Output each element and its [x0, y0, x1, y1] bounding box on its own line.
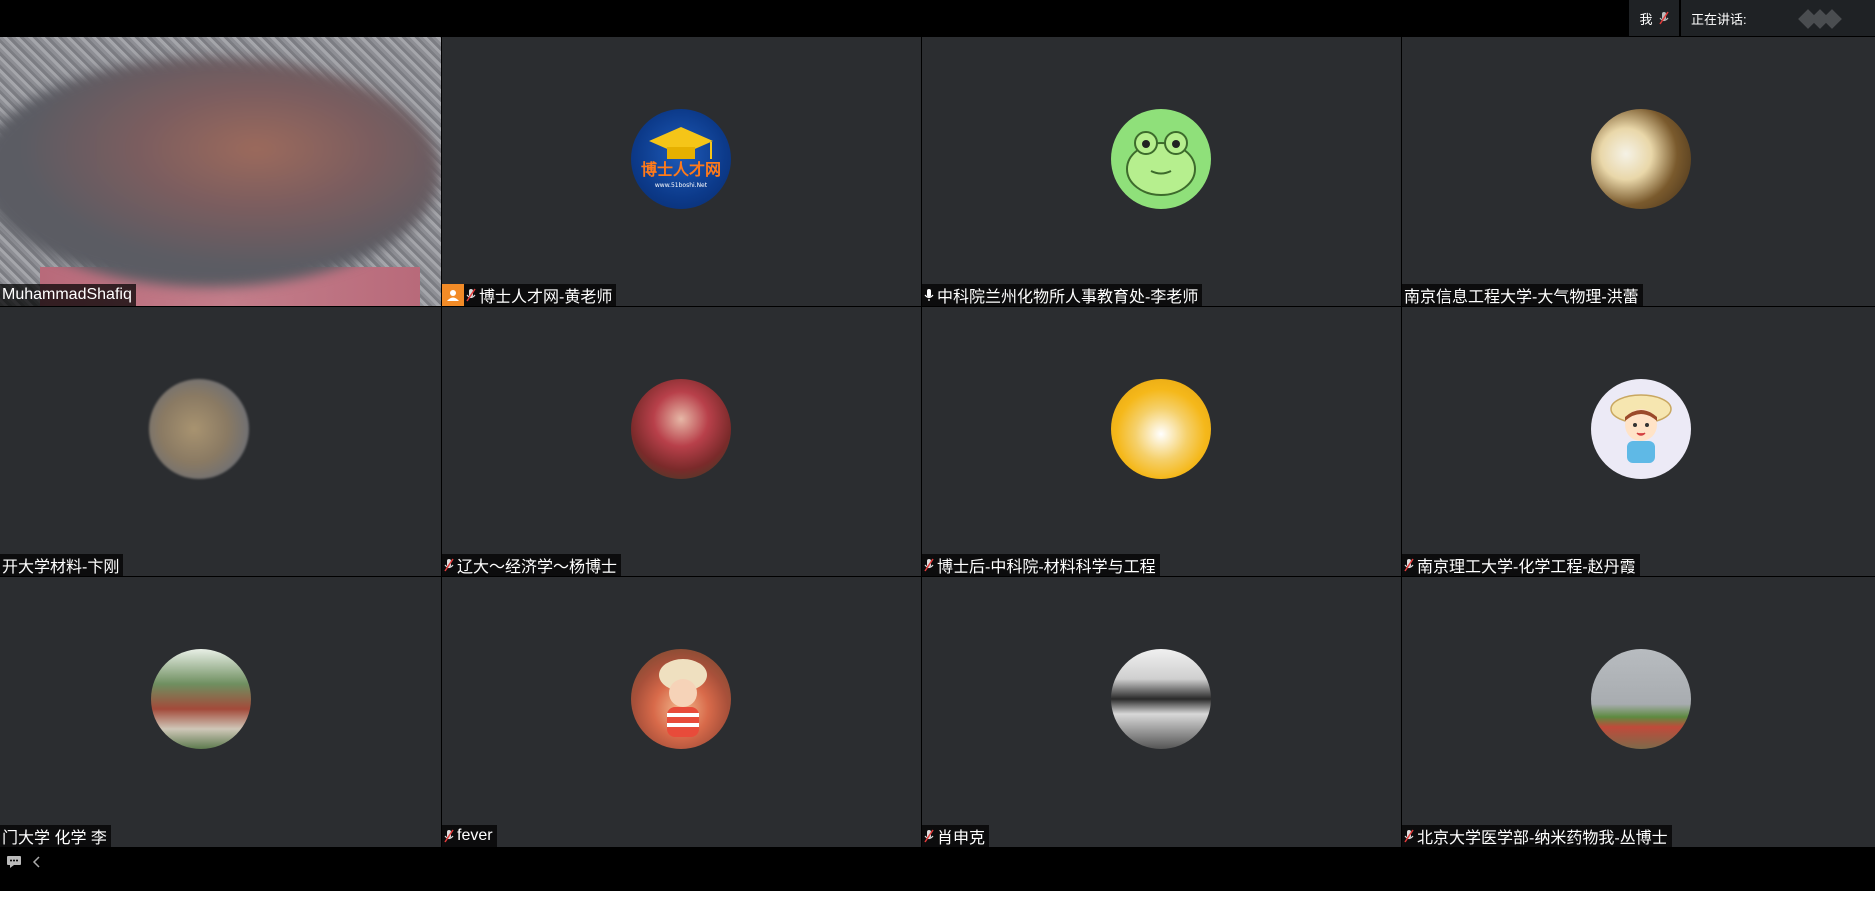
top-bar: 我 正在讲话:	[0, 0, 1875, 36]
avatar	[1591, 379, 1691, 479]
mic-icon	[924, 289, 934, 301]
participant-tile[interactable]: 门大学 化学 李	[0, 577, 441, 847]
participant-name: 肖申克	[937, 830, 986, 847]
participant-name-label: 肖申克	[922, 825, 990, 847]
participant-tile[interactable]: MuhammadShafiq	[0, 37, 441, 306]
participant-name-label: 辽大～经济学～杨博士	[442, 554, 622, 576]
participant-name-label: 开大学材料-卞刚	[0, 554, 124, 576]
participant-name-label: 博士人才网-黄老师	[442, 284, 617, 306]
participant-tile[interactable]: 中科院兰州化物所人事教育处-李老师	[922, 37, 1401, 306]
speaker-indicator: 我 正在讲话:	[1629, 0, 1875, 36]
participant-tile[interactable]: 辽大～经济学～杨博士	[442, 307, 921, 576]
participant-name: MuhammadShafiq	[2, 286, 132, 303]
participant-name: 辽大～经济学～杨博士	[457, 559, 618, 576]
muted-mic-icon	[444, 829, 454, 843]
participant-name: 博士人才网-黄老师	[479, 289, 613, 306]
bottom-controls	[6, 855, 42, 874]
avatar-logo-text: 博士人才网	[641, 160, 721, 179]
avatar-logo-subtext: www.51boshi.Net	[655, 182, 708, 189]
participant-tile[interactable]: 博士后-中科院-材料科学与工程	[922, 307, 1401, 576]
participant-name: 门大学 化学 李	[2, 830, 107, 847]
bottom-control-bar	[0, 847, 1875, 891]
avatar	[1111, 649, 1211, 749]
frog-icon	[1126, 131, 1196, 196]
participant-tile[interactable]: 肖申克	[922, 577, 1401, 847]
me-indicator[interactable]: 我	[1629, 0, 1681, 36]
participant-name: 开大学材料-卞刚	[2, 559, 120, 576]
blurred-face	[0, 57, 440, 287]
participant-tile[interactable]: 北京大学医学部-纳米药物我-丛博士	[1402, 577, 1875, 847]
participant-tile[interactable]: 南京信息工程大学-大气物理-洪蕾	[1402, 37, 1875, 306]
bottom-white-strip	[0, 891, 1875, 900]
participant-name: 北京大学医学部-纳米药物我-丛博士	[1417, 830, 1668, 847]
speaking-avatars	[1798, 9, 1855, 29]
participant-name: 中科院兰州化物所人事教育处-李老师	[937, 289, 1199, 306]
avatar	[1111, 379, 1211, 479]
avatar	[151, 649, 251, 749]
avatar	[1591, 109, 1691, 209]
participant-tile[interactable]: 南京理工大学-化学工程-赵丹霞	[1402, 307, 1875, 576]
muted-mic-icon	[924, 829, 934, 843]
participant-name-label: 中科院兰州化物所人事教育处-李老师	[922, 284, 1203, 306]
participant-name-label: fever	[442, 825, 497, 847]
participant-name-label: 门大学 化学 李	[0, 825, 111, 847]
muted-mic-icon	[924, 558, 934, 572]
participant-name: 南京信息工程大学-大气物理-洪蕾	[1404, 289, 1639, 306]
avatar	[149, 379, 249, 479]
doll-icon	[659, 659, 707, 737]
chat-icon[interactable]	[6, 855, 22, 874]
speaking-label: 正在讲话:	[1691, 11, 1747, 27]
avatar	[1591, 649, 1691, 749]
participant-tile[interactable]: 开大学材料-卞刚	[0, 307, 441, 576]
participant-name-label: 博士后-中科院-材料科学与工程	[922, 554, 1160, 576]
muted-mic-icon	[466, 288, 476, 302]
participant-tile[interactable]: 博士人才网 www.51boshi.Net 博士人才网-黄老师	[442, 37, 921, 306]
participant-name-label: 南京理工大学-化学工程-赵丹霞	[1402, 554, 1640, 576]
muted-mic-icon	[1404, 558, 1414, 572]
muted-mic-icon	[1404, 829, 1414, 843]
speaking-panel: 正在讲话:	[1681, 0, 1875, 36]
participant-tile[interactable]: fever	[442, 577, 921, 847]
muted-mic-icon	[1658, 11, 1669, 25]
graduation-cap-icon: 博士人才网 www.51boshi.Net	[641, 127, 721, 189]
avatar: 博士人才网 www.51boshi.Net	[631, 109, 731, 209]
participant-name: 南京理工大学-化学工程-赵丹霞	[1417, 559, 1636, 576]
participant-name: 博士后-中科院-材料科学与工程	[937, 559, 1156, 576]
me-label: 我	[1639, 11, 1653, 27]
video-grid: MuhammadShafiq 博士人才网 www.51boshi.Net 博士人…	[0, 37, 1875, 847]
participant-name-label: 南京信息工程大学-大气物理-洪蕾	[1402, 284, 1643, 306]
avatar	[631, 649, 731, 749]
participant-name-label: MuhammadShafiq	[0, 284, 136, 306]
cartoon-girl-icon	[1610, 394, 1672, 463]
participant-name-label: 北京大学医学部-纳米药物我-丛博士	[1402, 825, 1672, 847]
muted-mic-icon	[444, 558, 454, 572]
participant-name: fever	[457, 827, 493, 844]
host-icon	[442, 284, 464, 306]
avatar	[1111, 109, 1211, 209]
avatar	[631, 379, 731, 479]
chevron-left-icon[interactable]	[32, 855, 42, 874]
